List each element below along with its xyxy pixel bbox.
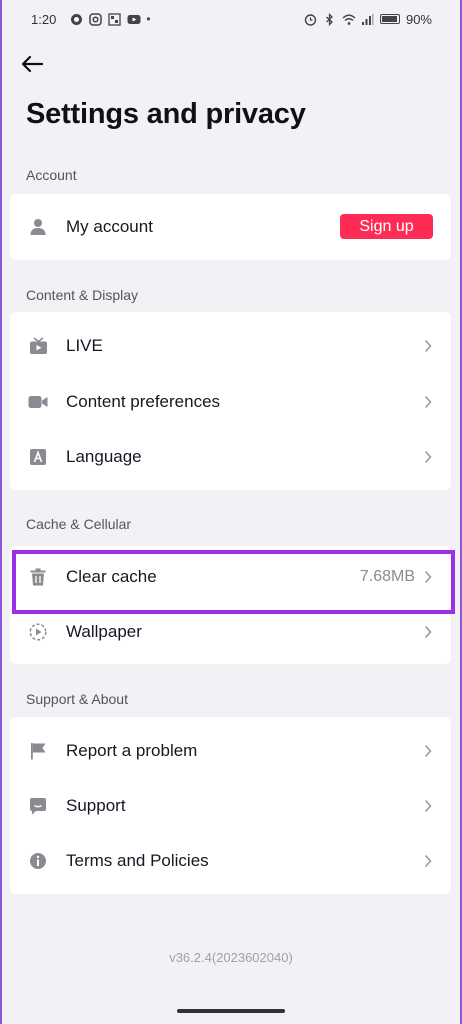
trash-icon: [28, 567, 48, 587]
home-indicator[interactable]: [177, 1009, 285, 1013]
row-label: Terms and Policies: [66, 850, 209, 870]
language-icon: [28, 447, 48, 467]
wifi-icon: [342, 13, 356, 26]
battery-percent: 90%: [405, 11, 432, 27]
support-about-card: Report a problem Support Terms and Polic…: [10, 717, 451, 894]
instagram-icon: [89, 12, 103, 26]
chevron-right-icon: [423, 799, 433, 813]
section-label-content-display: Content & Display: [26, 287, 139, 303]
row-label: Support: [66, 795, 126, 815]
row-label: Report a problem: [66, 740, 198, 760]
sign-up-button[interactable]: Sign up: [340, 214, 433, 239]
page-title: Settings and privacy: [26, 98, 306, 130]
row-language[interactable]: Language: [10, 429, 451, 484]
arrow-left-icon: [21, 55, 44, 73]
qr-icon: [108, 12, 121, 26]
battery-icon: [379, 14, 400, 24]
chevron-right-icon: [423, 625, 433, 639]
youtube-icon: [127, 13, 141, 26]
cache-cellular-card: Clear cache 7.68MB Wallpaper: [10, 546, 451, 664]
notification-dot-icon: •: [146, 11, 151, 26]
section-label-account: Account: [26, 167, 77, 183]
row-label: Wallpaper: [66, 621, 142, 641]
row-my-account[interactable]: My account Sign up: [10, 199, 451, 254]
whatsapp-icon: [70, 13, 83, 26]
row-label: Language: [66, 446, 142, 466]
status-time: 1:20: [31, 11, 57, 27]
row-report-problem[interactable]: Report a problem: [10, 723, 451, 778]
row-label: Clear cache: [66, 566, 157, 586]
cache-size-value: 7.68MB: [359, 567, 415, 585]
status-left: 1:20 •: [31, 12, 151, 27]
row-content-preferences[interactable]: Content preferences: [10, 374, 451, 429]
chevron-right-icon: [423, 570, 433, 584]
chevron-right-icon: [423, 395, 433, 409]
row-label: Content preferences: [66, 391, 221, 411]
flag-icon: [28, 741, 48, 761]
section-label-support-about: Support & About: [26, 691, 128, 707]
tv-icon: [28, 336, 48, 356]
row-terms-policies[interactable]: Terms and Policies: [10, 833, 451, 888]
row-wallpaper[interactable]: Wallpaper: [10, 604, 451, 659]
row-label: My account: [66, 216, 153, 236]
status-bar: 1:20 • 90%: [0, 0, 462, 38]
chevron-right-icon: [423, 339, 433, 353]
person-icon: [28, 217, 48, 237]
section-label-cache-cellular: Cache & Cellular: [26, 516, 132, 532]
alarm-icon: [304, 13, 317, 26]
chevron-right-icon: [423, 854, 433, 868]
app-version: v36.2.4(2023602040): [169, 950, 293, 965]
chevron-right-icon: [423, 450, 433, 464]
row-live[interactable]: LIVE: [10, 318, 451, 373]
row-clear-cache[interactable]: Clear cache 7.68MB: [10, 549, 451, 604]
chat-icon: [28, 796, 48, 816]
video-camera-icon: [28, 392, 48, 412]
wallpaper-icon: [28, 622, 48, 642]
row-label: LIVE: [66, 335, 103, 355]
chevron-right-icon: [423, 744, 433, 758]
content-display-card: LIVE Content preferences Language: [10, 312, 451, 490]
status-right: 90%: [304, 12, 432, 27]
signal-icon: [361, 13, 374, 26]
account-card: My account Sign up: [10, 194, 451, 260]
back-button[interactable]: [16, 50, 48, 78]
row-support[interactable]: Support: [10, 778, 451, 833]
bluetooth-icon: [323, 12, 336, 26]
info-icon: [28, 851, 48, 871]
